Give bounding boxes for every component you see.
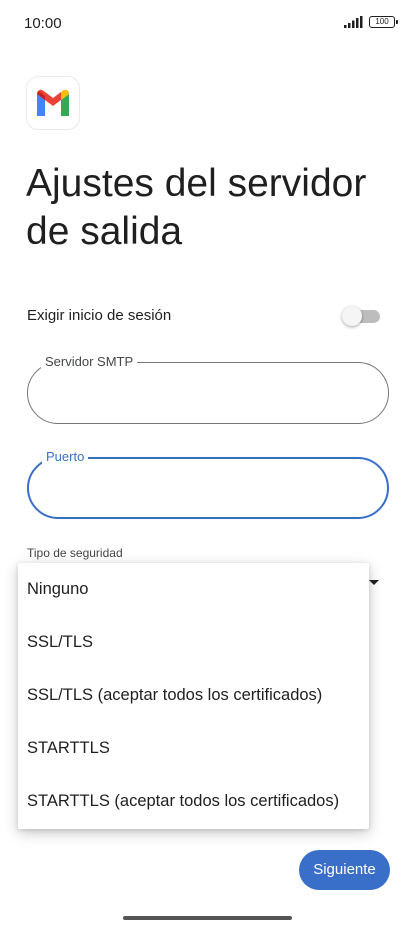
smtp-server-field[interactable]: Servidor SMTP [27, 354, 389, 424]
require-login-toggle[interactable] [342, 306, 380, 326]
security-type-label: Tipo de seguridad [27, 546, 123, 560]
battery-level: 100 [375, 17, 389, 26]
security-type-menu: Ninguno SSL/TLS SSL/TLS (aceptar todos l… [18, 563, 369, 829]
status-bar: 10:00 100 [0, 0, 417, 50]
signal-icon [344, 16, 363, 28]
port-input[interactable] [49, 475, 373, 505]
status-time: 10:00 [24, 15, 62, 32]
gmail-m-icon [37, 89, 69, 116]
menu-item-ssl-tls[interactable]: SSL/TLS [18, 616, 369, 669]
menu-item-starttls-accept-all[interactable]: STARTTLS (aceptar todos los certificados… [18, 775, 369, 828]
require-login-label: Exigir inicio de sesión [27, 307, 172, 324]
battery-icon: 100 [369, 16, 398, 28]
port-field[interactable]: Puerto [27, 449, 389, 519]
port-label: Puerto [42, 449, 89, 465]
smtp-server-input[interactable] [48, 379, 372, 409]
menu-item-starttls[interactable]: STARTTLS [18, 722, 369, 775]
home-indicator[interactable] [123, 916, 292, 920]
menu-item-none[interactable]: Ninguno [18, 563, 369, 616]
gmail-logo-icon [26, 76, 80, 130]
require-login-row[interactable]: Exigir inicio de sesión [27, 303, 380, 331]
status-icons: 100 [343, 16, 398, 28]
smtp-server-label: Servidor SMTP [41, 354, 138, 370]
menu-item-ssl-tls-accept-all[interactable]: SSL/TLS (aceptar todos los certificados) [18, 669, 369, 722]
page-title: Ajustes del servidor de salida [26, 162, 367, 253]
dropdown-arrow-icon[interactable] [369, 580, 379, 585]
next-button[interactable]: Siguiente [299, 850, 390, 890]
toggle-thumb [342, 306, 362, 326]
